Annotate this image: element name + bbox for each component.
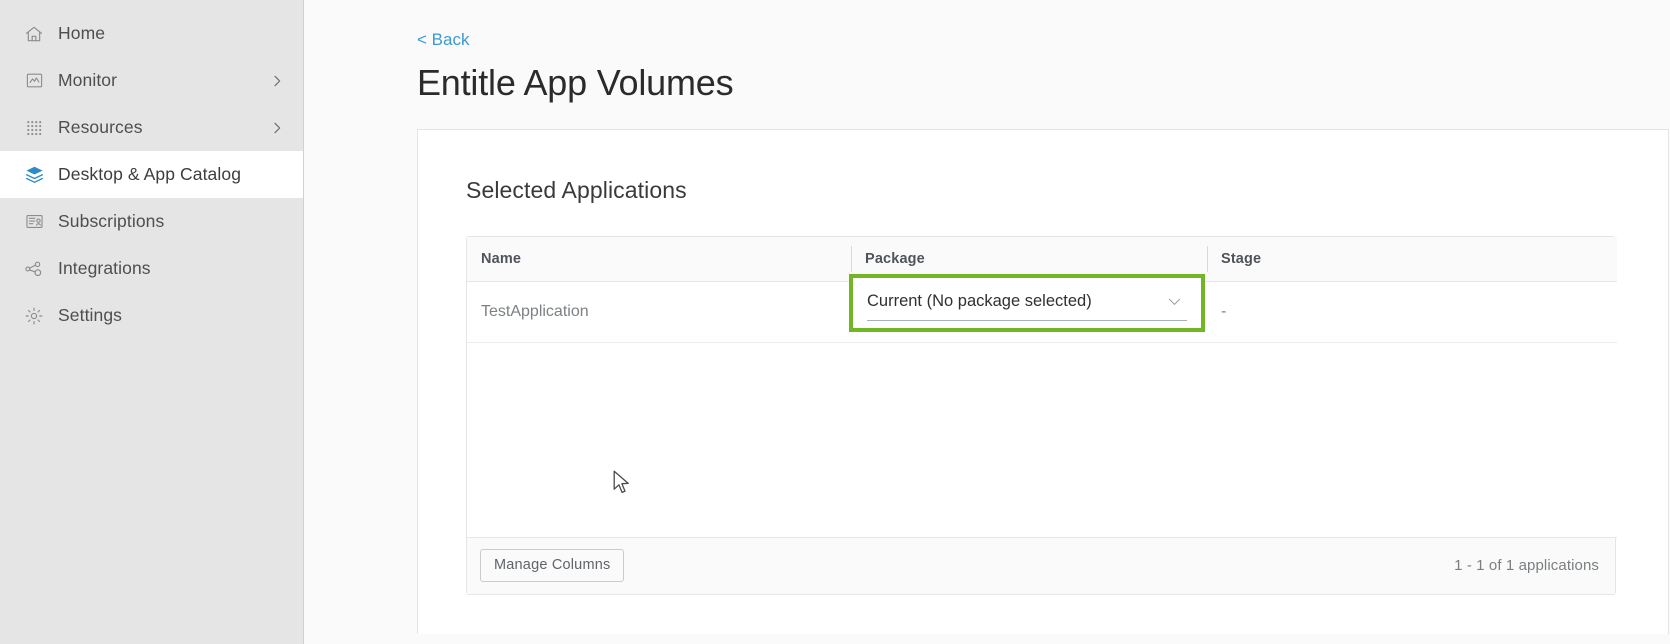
- page-title: Entitle App Volumes: [417, 62, 734, 103]
- sidebar-item-subscriptions[interactable]: Subscriptions: [0, 198, 303, 245]
- resources-icon: [22, 116, 46, 140]
- sidebar-item-resources[interactable]: Resources: [0, 104, 303, 151]
- package-select-value: Current (No package selected): [867, 291, 1092, 310]
- selected-applications-card: Selected Applications Name Package Stage: [417, 129, 1669, 635]
- manage-columns-button[interactable]: Manage Columns: [480, 549, 625, 583]
- pagination-count: 1 - 1 of 1 applications: [1454, 557, 1599, 575]
- sidebar-navigation: Home Monitor Resources Desktop & App Cat…: [0, 0, 304, 644]
- sidebar-item-monitor[interactable]: Monitor: [0, 57, 303, 104]
- back-link[interactable]: < Back: [417, 30, 469, 50]
- chevron-right-icon[interactable]: [269, 73, 285, 89]
- sidebar-item-label: Subscriptions: [58, 211, 165, 231]
- cell-package: Current (No package selected): [849, 273, 1207, 343]
- sidebar-item-label: Resources: [58, 117, 143, 137]
- gear-icon: [22, 304, 46, 328]
- sidebar-item-label: Monitor: [58, 70, 118, 90]
- sidebar-item-home[interactable]: Home: [0, 10, 303, 57]
- package-select-dropdown[interactable]: Current (No package selected): [867, 285, 1187, 321]
- main-content: < Back Entitle App Volumes Selected Appl…: [304, 0, 1670, 644]
- table-empty-filler-row: [467, 342, 1617, 538]
- filler-cell: [851, 342, 1207, 538]
- cell-stage: -: [1207, 281, 1617, 343]
- layers-icon: [22, 163, 46, 187]
- column-header-stage[interactable]: Stage: [1207, 237, 1617, 282]
- sidebar-item-label: Desktop & App Catalog: [58, 164, 242, 184]
- table-row: TestApplication Current (No package sele…: [467, 273, 1617, 343]
- cell-application-name: TestApplication: [467, 281, 851, 343]
- chevron-down-icon[interactable]: [1166, 293, 1187, 310]
- sidebar-item-label: Integrations: [58, 258, 151, 278]
- filler-cell: [467, 342, 851, 538]
- table-body: TestApplication Current (No package sele…: [467, 273, 1617, 538]
- column-header-name[interactable]: Name: [467, 237, 851, 282]
- table-footer: Manage Columns 1 - 1 of 1 applications: [467, 537, 1615, 594]
- sidebar-item-desktop-app-catalog[interactable]: Desktop & App Catalog: [0, 151, 303, 198]
- subscriptions-icon: [22, 210, 46, 234]
- integrations-icon: [22, 257, 46, 281]
- sidebar-item-integrations[interactable]: Integrations: [0, 245, 303, 292]
- sidebar-item-label: Settings: [58, 305, 123, 325]
- sidebar-item-label: Home: [58, 23, 106, 43]
- home-icon: [22, 22, 46, 46]
- chevron-right-icon[interactable]: [269, 120, 285, 136]
- applications-table: Name Package Stage TestApplication Curre…: [467, 237, 1617, 538]
- application-window: Home Monitor Resources Desktop & App Cat…: [0, 0, 1670, 644]
- section-title: Selected Applications: [466, 177, 687, 204]
- monitor-icon: [22, 69, 46, 93]
- package-select-highlight: Current (No package selected): [849, 273, 1205, 332]
- sidebar-item-settings[interactable]: Settings: [0, 292, 303, 339]
- applications-table-container: Name Package Stage TestApplication Curre…: [466, 236, 1617, 595]
- filler-cell: [1207, 342, 1617, 538]
